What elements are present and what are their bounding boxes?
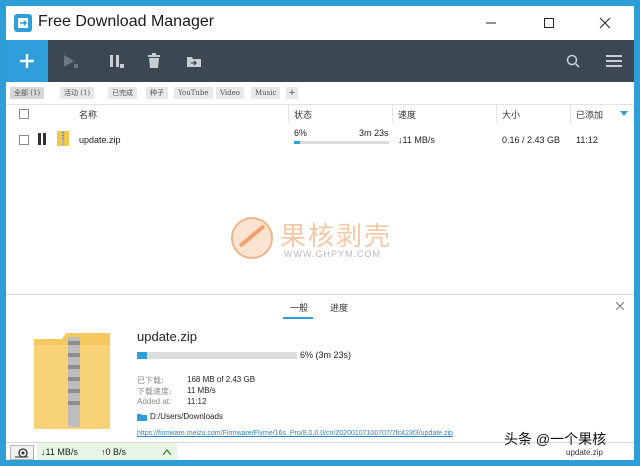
play-icon <box>64 55 78 68</box>
filter-tag-torrents[interactable]: 种子 <box>146 87 168 99</box>
download-added-time: 11:12 <box>576 135 598 145</box>
filter-tag-music[interactable]: Music <box>251 87 281 99</box>
filter-tag-youtube[interactable]: YouTube <box>174 87 213 99</box>
details-progress-bar <box>137 352 297 359</box>
row-checkbox[interactable] <box>19 135 29 145</box>
add-download-button[interactable] <box>6 40 48 82</box>
close-window-button[interactable] <box>582 6 628 40</box>
resume-button[interactable] <box>52 40 88 82</box>
overlay-filename: update.zip <box>566 448 603 457</box>
download-percent: 6% <box>294 128 308 138</box>
source-url-link[interactable]: https://firmware.meizu.com/Firmware/Flym… <box>137 430 453 437</box>
details-panel: 一般 进度 update.zip 6% (3m 23s) 已下载: 168 MB… <box>6 294 634 443</box>
trash-icon <box>148 53 160 68</box>
plus-icon <box>20 54 34 68</box>
search-icon <box>566 54 580 68</box>
downloads-table-header: 名称 状态 速度 大小 已添加 <box>6 104 634 124</box>
main-toolbar <box>6 40 634 82</box>
tab-general[interactable]: 一般 <box>290 301 308 314</box>
column-name[interactable]: 名称 <box>79 108 97 121</box>
watermark-url: WWW.GHPYM.COM <box>284 249 381 259</box>
maximize-button[interactable] <box>526 6 572 40</box>
app-window: Free Download Manager 全部 (1) 活动 (1) 已完成 … <box>6 6 634 460</box>
main-menu-button[interactable] <box>596 40 632 82</box>
filter-tags-bar: 全部 (1) 活动 (1) 已完成 种子 YouTube Video Music… <box>6 82 634 104</box>
filter-tag-active[interactable]: 活动 (1) <box>60 87 95 99</box>
download-speed-label: 下载速度: <box>137 387 172 396</box>
filter-tag-all[interactable]: 全部 (1) <box>10 87 45 99</box>
filter-tag-video[interactable]: Video <box>216 87 245 99</box>
download-speed-value: 11 MB/s <box>187 386 216 395</box>
snail-icon <box>15 447 28 458</box>
minimize-button[interactable] <box>468 6 514 40</box>
downloaded-value: 168 MB of 2.43 GB <box>187 375 256 384</box>
search-button[interactable] <box>555 40 591 82</box>
folder-move-icon <box>187 57 201 67</box>
minimize-icon <box>486 22 496 24</box>
column-size[interactable]: 大小 <box>502 108 520 121</box>
column-speed[interactable]: 速度 <box>398 108 416 121</box>
zip-folder-icon <box>34 333 110 429</box>
column-status[interactable]: 状态 <box>294 108 312 121</box>
pause-icon <box>110 55 124 68</box>
maximize-icon <box>544 18 554 28</box>
row-progress-bar <box>294 141 389 144</box>
row-progress-fill <box>294 141 300 144</box>
details-progress-fill <box>137 352 147 359</box>
upload-rate: ↑0 B/s <box>101 447 127 457</box>
added-at-value: 11:12 <box>187 397 207 406</box>
select-all-checkbox[interactable] <box>19 109 29 119</box>
active-tab-indicator <box>283 317 313 319</box>
delete-button[interactable] <box>136 40 172 82</box>
chevron-down-icon <box>620 111 628 116</box>
window-title: Free Download Manager <box>38 13 215 30</box>
watermark-logo-icon <box>231 217 273 259</box>
watermark: 果核剥壳 WWW.GHPYM.COM <box>230 214 430 270</box>
download-size: 0.16 / 2.43 GB <box>502 135 561 145</box>
fdm-logo-icon <box>14 14 32 32</box>
column-added[interactable]: 已添加 <box>576 108 603 121</box>
download-rate: ↓11 MB/s <box>41 447 78 457</box>
close-icon <box>599 17 611 29</box>
details-progress-text: 6% (3m 23s) <box>300 350 352 360</box>
details-filename: update.zip <box>137 329 197 344</box>
close-details-icon[interactable] <box>616 302 624 310</box>
added-at-label: Added at: <box>137 397 172 406</box>
destination-folder-link[interactable]: D:/Users/Downloads <box>150 412 223 421</box>
title-bar: Free Download Manager <box>6 6 634 40</box>
zip-file-icon <box>57 131 69 146</box>
tab-progress[interactable]: 进度 <box>330 301 348 314</box>
pause-all-button[interactable] <box>98 40 134 82</box>
download-row[interactable]: update.zip 6% 3m 23s ↓11 MB/s 0.16 / 2.4… <box>6 123 634 155</box>
downloaded-label: 已下载: <box>137 376 164 385</box>
traffic-indicator[interactable]: ↓11 MB/s ↑0 B/s <box>37 443 177 460</box>
watermark-text: 果核剥壳 <box>280 221 393 251</box>
download-time-left: 3m 23s <box>359 128 389 138</box>
filter-tag-completed[interactable]: 已完成 <box>108 87 137 99</box>
pause-download-icon[interactable] <box>37 133 47 145</box>
overlay-caption: 头条 @一个果核 <box>504 431 607 447</box>
hamburger-menu-icon <box>606 55 622 67</box>
download-speed: ↓11 MB/s <box>398 135 435 145</box>
chevron-up-icon <box>163 449 171 455</box>
move-to-folder-button[interactable] <box>176 40 212 82</box>
status-bar: ↓11 MB/s ↑0 B/s 头条 @一个果核 update.zip <box>6 431 634 460</box>
add-filter-tag-button[interactable]: + <box>286 87 298 99</box>
speed-mode-button[interactable] <box>10 445 34 460</box>
folder-icon <box>137 414 147 421</box>
download-filename: update.zip <box>79 135 121 145</box>
